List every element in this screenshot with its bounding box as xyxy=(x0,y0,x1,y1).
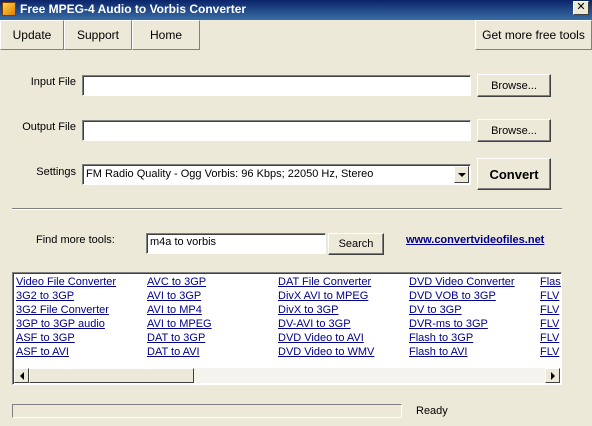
tool-link[interactable]: ASF to 3GP xyxy=(16,331,116,345)
find-more-tools-label: Find more tools: xyxy=(36,234,115,246)
output-file-label: Output File xyxy=(22,121,76,133)
tool-search-button[interactable]: Search xyxy=(328,233,384,255)
dropdown-arrow-button[interactable] xyxy=(454,166,469,183)
tools-column-2: AVC to 3GP AVI to 3GP AVI to MP4 AVI to … xyxy=(147,275,212,359)
scroll-right-button[interactable] xyxy=(545,368,560,383)
section-divider xyxy=(12,208,562,210)
tool-link[interactable]: AVC to 3GP xyxy=(147,275,212,289)
scroll-left-button[interactable] xyxy=(14,368,29,383)
tools-column-1: Video File Converter 3G2 to 3GP 3G2 File… xyxy=(16,275,116,359)
tool-link[interactable]: 3G2 to 3GP xyxy=(16,289,116,303)
settings-label: Settings xyxy=(36,166,76,178)
tool-link[interactable]: FLV xyxy=(540,317,561,331)
tool-link[interactable]: DAT to 3GP xyxy=(147,331,212,345)
output-file-field[interactable] xyxy=(82,120,471,141)
tool-link[interactable]: DAT to AVI xyxy=(147,345,212,359)
tool-link[interactable]: AVI to MP4 xyxy=(147,303,212,317)
support-button[interactable]: Support xyxy=(64,20,132,50)
scrollbar-thumb[interactable] xyxy=(29,368,194,383)
tool-link[interactable]: DVD Video to WMV xyxy=(278,345,374,359)
tool-link[interactable]: DV to 3GP xyxy=(409,303,515,317)
tool-link[interactable]: AVI to MPEG xyxy=(147,317,212,331)
input-file-field[interactable] xyxy=(82,75,471,96)
tool-link[interactable]: FLV xyxy=(540,345,561,359)
get-more-tools-button[interactable]: Get more free tools xyxy=(475,20,592,50)
tool-link[interactable]: FLV xyxy=(540,303,561,317)
window-title: Free MPEG-4 Audio to Vorbis Converter xyxy=(20,2,247,16)
tools-column-5: Flasl FLV FLV FLV FLV FLV xyxy=(540,275,561,359)
settings-dropdown[interactable]: FM Radio Quality - Ogg Vorbis: 96 Kbps; … xyxy=(82,164,471,185)
tool-link[interactable]: Video File Converter xyxy=(16,275,116,289)
arrow-left-icon xyxy=(19,371,24,380)
tool-search-input[interactable]: m4a to vorbis xyxy=(146,233,326,254)
close-button[interactable]: ✕ xyxy=(573,1,589,15)
output-browse-button[interactable]: Browse... xyxy=(477,119,551,142)
arrow-right-icon xyxy=(550,371,555,380)
tool-link[interactable]: DVD Video Converter xyxy=(409,275,515,289)
tool-link[interactable]: DVD VOB to 3GP xyxy=(409,289,515,303)
update-button[interactable]: Update xyxy=(0,20,64,50)
toolbar: Update Support Home Get more free tools xyxy=(0,20,592,50)
home-button[interactable]: Home xyxy=(132,20,200,50)
input-file-label: Input File xyxy=(30,76,76,88)
app-icon xyxy=(2,2,16,16)
tool-link[interactable]: 3GP to 3GP audio xyxy=(16,317,116,331)
tools-link-list: Video File Converter 3G2 to 3GP 3G2 File… xyxy=(12,272,562,385)
tool-link[interactable]: DVD Video to AVI xyxy=(278,331,374,345)
title-bar: Free MPEG-4 Audio to Vorbis Converter ✕ xyxy=(0,0,592,20)
settings-selected-value: FM Radio Quality - Ogg Vorbis: 96 Kbps; … xyxy=(86,168,374,180)
progress-bar xyxy=(12,404,402,418)
tools-column-3: DAT File Converter DivX AVI to MPEG DivX… xyxy=(278,275,374,359)
tool-link[interactable]: DivX AVI to MPEG xyxy=(278,289,374,303)
tool-link[interactable]: DAT File Converter xyxy=(278,275,374,289)
tool-link[interactable]: Flash to AVI xyxy=(409,345,515,359)
tool-link[interactable]: Flasl xyxy=(540,275,561,289)
tool-link[interactable]: DVR-ms to 3GP xyxy=(409,317,515,331)
tool-link[interactable]: DV-AVI to 3GP xyxy=(278,317,374,331)
chevron-down-icon xyxy=(457,172,466,177)
horizontal-scrollbar[interactable] xyxy=(14,368,560,383)
website-link[interactable]: www.convertvideofiles.net xyxy=(406,234,544,246)
tools-column-4: DVD Video Converter DVD VOB to 3GP DV to… xyxy=(409,275,515,359)
tool-link[interactable]: FLV xyxy=(540,331,561,345)
tool-link[interactable]: Flash to 3GP xyxy=(409,331,515,345)
tool-link[interactable]: AVI to 3GP xyxy=(147,289,212,303)
input-browse-button[interactable]: Browse... xyxy=(477,74,551,97)
tool-link[interactable]: DivX to 3GP xyxy=(278,303,374,317)
tool-link[interactable]: ASF to AVI xyxy=(16,345,116,359)
convert-button[interactable]: Convert xyxy=(477,158,551,190)
status-text: Ready xyxy=(416,405,448,417)
tool-link[interactable]: 3G2 File Converter xyxy=(16,303,116,317)
tool-link[interactable]: FLV xyxy=(540,289,561,303)
